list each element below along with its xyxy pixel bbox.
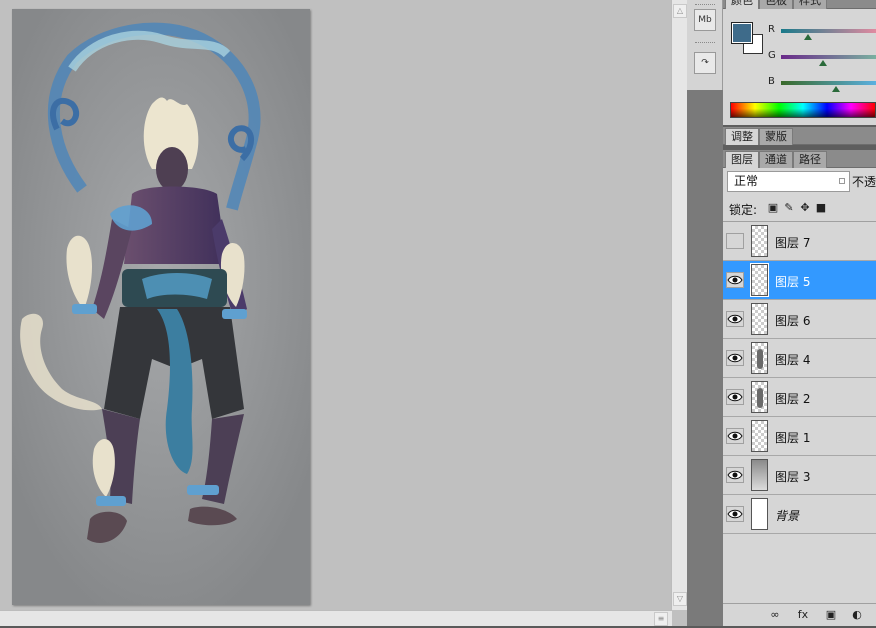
tab-styles[interactable]: 样式	[793, 0, 827, 9]
dock-grip-2[interactable]	[695, 42, 715, 44]
layer-row[interactable]: 图层 5	[723, 261, 876, 300]
layer-list: 图层 7 图层 5 图层 6 图层 4 图层 2 图层 1 图层 3 背景	[723, 221, 876, 599]
tab-layers[interactable]: 图层	[725, 151, 759, 168]
channel-slider-g[interactable]	[781, 55, 876, 59]
visibility-toggle[interactable]	[726, 467, 744, 483]
tab-color[interactable]: 颜色	[725, 0, 759, 9]
adjustment-layer-icon[interactable]: ◐	[849, 608, 865, 622]
visibility-toggle[interactable]	[726, 350, 744, 366]
channel-label-g: G	[768, 50, 776, 61]
visibility-toggle[interactable]	[726, 311, 744, 327]
tab-paths[interactable]: 路径	[793, 151, 827, 168]
layer-name: 图层 6	[775, 314, 811, 328]
tab-adjustments[interactable]: 调整	[725, 128, 759, 145]
lock-row: 锁定: ▣ ✎ ✥ ■	[729, 201, 876, 218]
channel-label-r: R	[768, 24, 775, 35]
eye-icon	[727, 429, 743, 443]
visibility-toggle[interactable]	[726, 506, 744, 522]
layer-thumbnail	[751, 459, 768, 491]
visibility-toggle[interactable]	[726, 428, 744, 444]
link-layers-icon[interactable]: ∞	[767, 608, 783, 622]
layer-row[interactable]: 图层 7	[723, 222, 876, 261]
eye-icon	[727, 273, 743, 287]
channel-thumb-r[interactable]	[803, 34, 812, 40]
scroll-up-icon[interactable]: △	[673, 4, 687, 18]
layer-row[interactable]: 图层 3	[723, 456, 876, 495]
layer-name: 图层 4	[775, 353, 811, 367]
layer-name: 图层 3	[775, 470, 811, 484]
lock-image-pixels-icon[interactable]: ✎	[783, 202, 795, 214]
history-icon: ↷	[701, 58, 709, 68]
layer-name: 图层 5	[775, 275, 811, 289]
dropdown-icon	[839, 178, 845, 184]
layer-thumbnail	[751, 381, 768, 413]
layer-name: 图层 7	[775, 236, 811, 250]
fx-icon[interactable]: fx	[795, 608, 811, 622]
dock-grip[interactable]	[695, 4, 715, 6]
opacity-label: 不透	[852, 175, 876, 189]
channel-slider-r[interactable]	[781, 29, 876, 33]
eye-icon	[727, 312, 743, 326]
visibility-toggle[interactable]	[726, 272, 744, 288]
layer-name: 图层 2	[775, 392, 811, 406]
eye-icon	[727, 468, 743, 482]
layers-panel-tabs: 图层 通道 路径	[723, 150, 876, 168]
document-canvas[interactable]	[12, 9, 310, 605]
visibility-toggle[interactable]	[726, 233, 744, 249]
layers-footer: ∞ fx ▣ ◐	[723, 603, 876, 626]
layer-thumbnail	[751, 498, 768, 530]
channel-slider-b[interactable]	[781, 81, 876, 85]
channel-label-b: B	[768, 76, 775, 87]
channel-thumb-b[interactable]	[832, 86, 841, 92]
panel-dock: Mb ↷	[687, 0, 723, 626]
eye-icon	[727, 351, 743, 365]
layer-row[interactable]: 图层 1	[723, 417, 876, 456]
mini-bridge-button[interactable]: Mb	[694, 9, 716, 31]
channel-thumb-g[interactable]	[818, 60, 827, 66]
history-button[interactable]: ↷	[694, 52, 716, 74]
blend-mode-select[interactable]: 正常	[727, 171, 850, 192]
layer-thumbnail	[751, 420, 768, 452]
lock-all-icon[interactable]: ■	[815, 202, 827, 214]
mini-bridge-icon: Mb	[698, 15, 712, 25]
visibility-toggle[interactable]	[726, 389, 744, 405]
eye-icon	[727, 507, 743, 521]
layer-row[interactable]: 背景	[723, 495, 876, 534]
adjust-panel-tabs: 调整 蒙版	[723, 127, 876, 145]
photoshop-window: △ ▽ ≡ Mb ↷ 颜色 色板 样式 R G B 调整 蒙版 图层 通道 路径…	[0, 0, 876, 628]
layer-thumbnail	[751, 225, 768, 257]
canvas-area[interactable]	[0, 0, 672, 610]
tab-swatches[interactable]: 色板	[759, 0, 793, 9]
scroll-resize-icon[interactable]: ≡	[654, 612, 668, 626]
layer-row[interactable]: 图层 2	[723, 378, 876, 417]
layer-row[interactable]: 图层 6	[723, 300, 876, 339]
horizontal-scrollbar[interactable]: ≡	[0, 610, 672, 626]
layer-thumbnail	[751, 303, 768, 335]
color-panel: 颜色 色板 样式 R G B	[723, 0, 876, 125]
color-spectrum-bar[interactable]	[730, 102, 876, 118]
right-panel: 颜色 色板 样式 R G B 调整 蒙版 图层 通道 路径 正常 不透 锁定: …	[723, 0, 876, 626]
layer-thumbnail	[750, 263, 769, 297]
layer-thumbnail	[751, 342, 768, 374]
artwork-image	[12, 9, 310, 605]
lock-position-icon[interactable]: ✥	[799, 202, 811, 214]
layers-panel: 正常 不透 锁定: ▣ ✎ ✥ ■ 图层 7 图层 5 图层 6 图层 4 图层 2 图层…	[723, 168, 876, 626]
layer-name: 背景	[775, 509, 800, 523]
lock-label: 锁定:	[729, 203, 758, 217]
eye-icon	[727, 390, 743, 404]
scroll-down-icon[interactable]: ▽	[673, 592, 687, 606]
dock-icons: Mb ↷	[687, 0, 723, 90]
blend-mode-value: 正常	[734, 174, 759, 188]
layer-row[interactable]: 图层 4	[723, 339, 876, 378]
tab-channels[interactable]: 通道	[759, 151, 793, 168]
color-panel-tabs: 颜色 色板 样式	[723, 0, 876, 9]
add-mask-icon[interactable]: ▣	[823, 608, 839, 622]
lock-transparent-pixels-icon[interactable]: ▣	[767, 202, 779, 214]
layer-name: 图层 1	[775, 431, 811, 445]
tab-masks[interactable]: 蒙版	[759, 128, 793, 145]
foreground-color-swatch[interactable]	[731, 22, 753, 44]
vertical-scrollbar[interactable]: △ ▽	[671, 0, 687, 610]
